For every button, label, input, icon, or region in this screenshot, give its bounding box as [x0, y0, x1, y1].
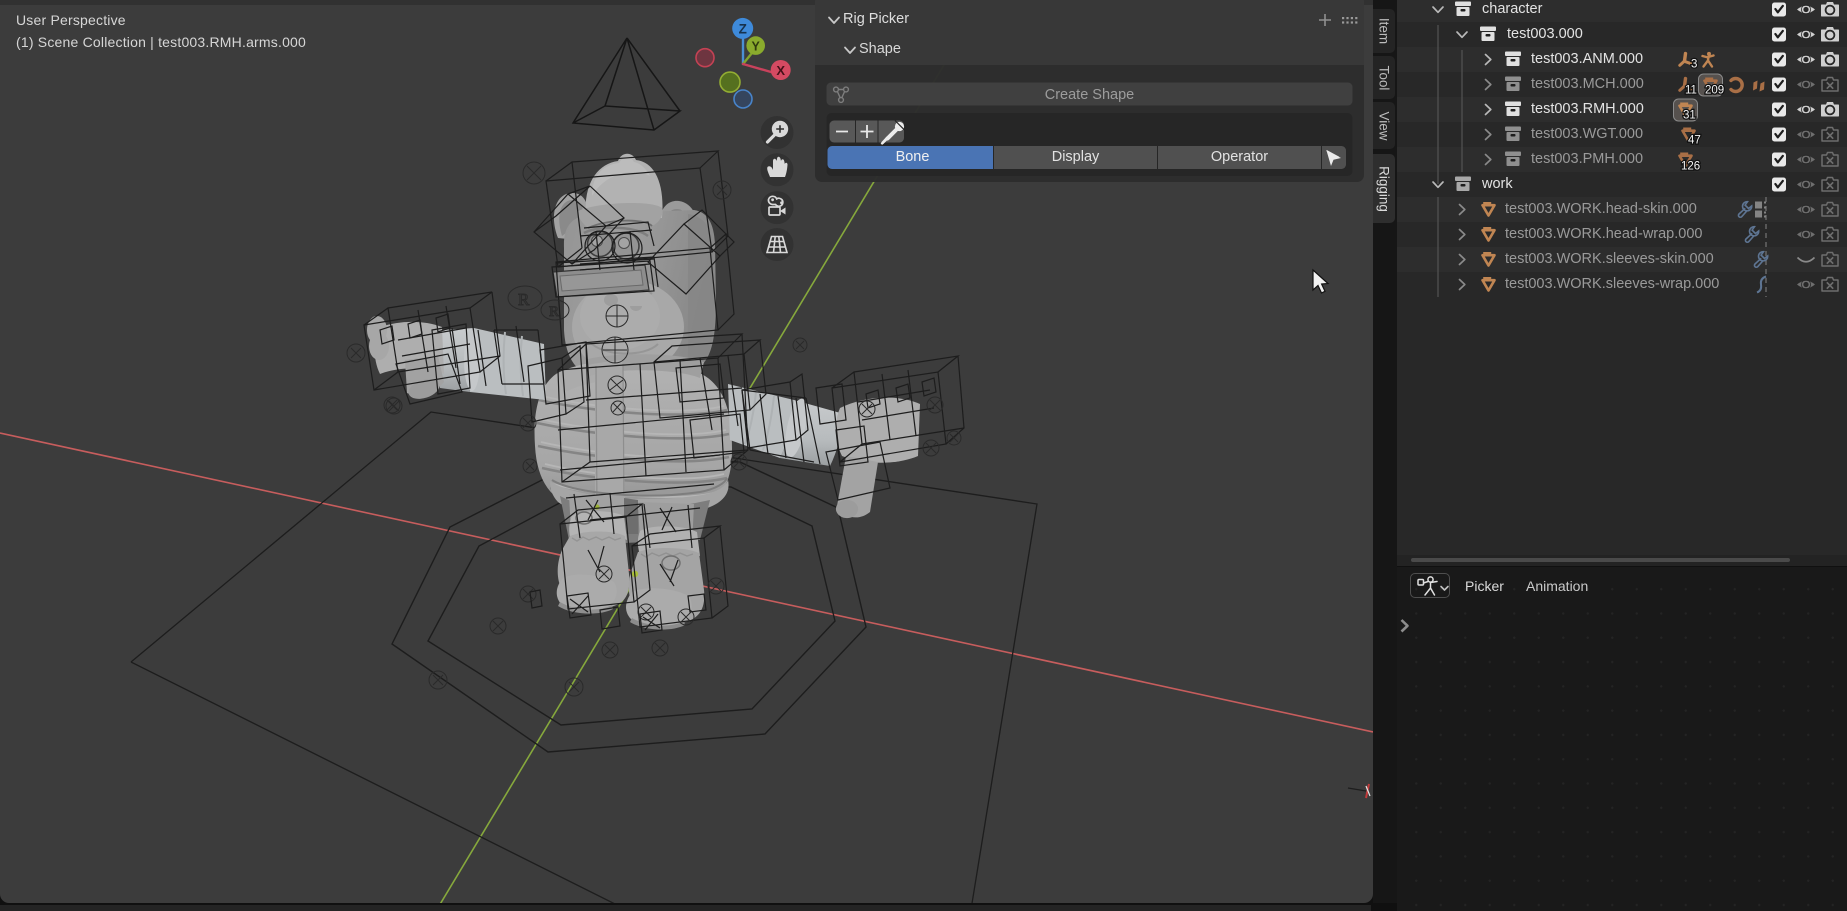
- svg-text:R: R: [549, 304, 559, 320]
- svg-text:209: 209: [1705, 85, 1724, 97]
- svg-text:11: 11: [1685, 85, 1697, 97]
- svg-text:47: 47: [1688, 135, 1701, 147]
- svg-text:X: X: [776, 63, 785, 78]
- svg-text:Y: Y: [752, 39, 761, 53]
- svg-text:3: 3: [1691, 59, 1697, 71]
- svg-text:Z: Z: [739, 22, 747, 37]
- svg-text:31: 31: [1683, 110, 1696, 122]
- svg-text:R: R: [518, 290, 530, 309]
- svg-text:126: 126: [1681, 161, 1700, 173]
